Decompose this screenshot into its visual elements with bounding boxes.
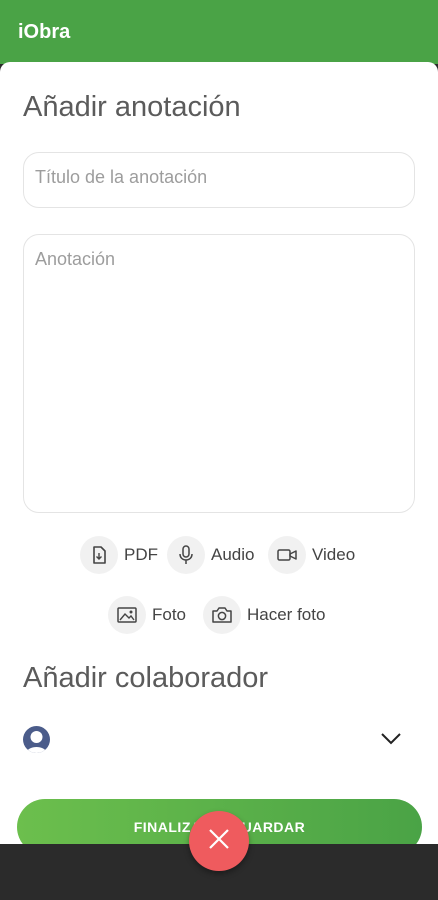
take-photo-label: Hacer foto bbox=[247, 605, 326, 624]
annotation-body-placeholder: Anotación bbox=[35, 249, 116, 269]
annotation-body-textarea[interactable]: Anotación bbox=[23, 234, 415, 513]
attach-pdf-button[interactable]: PDF bbox=[80, 536, 158, 574]
collaborator-section-title: Añadir colaborador bbox=[23, 662, 269, 694]
image-icon bbox=[108, 596, 146, 634]
close-fab-button[interactable] bbox=[189, 811, 249, 871]
annotation-title-input[interactable]: Título de la anotación bbox=[23, 152, 415, 208]
user-avatar-icon bbox=[23, 726, 50, 753]
close-icon bbox=[208, 828, 230, 855]
add-annotation-sheet: Añadir anotación Título de la anotación … bbox=[0, 62, 438, 844]
attach-pdf-label: PDF bbox=[124, 545, 158, 564]
video-camera-icon bbox=[268, 536, 306, 574]
camera-icon bbox=[203, 596, 241, 634]
annotation-section-title: Añadir anotación bbox=[23, 91, 241, 123]
attach-video-label: Video bbox=[312, 545, 356, 564]
microphone-icon bbox=[167, 536, 205, 574]
attach-audio-button[interactable]: Audio bbox=[167, 536, 254, 574]
app-bar: iObra bbox=[0, 0, 438, 64]
attach-audio-label: Audio bbox=[211, 545, 255, 564]
annotation-title-placeholder: Título de la anotación bbox=[35, 167, 208, 187]
app-title: iObra bbox=[18, 21, 71, 43]
take-photo-button[interactable]: Hacer foto bbox=[203, 596, 325, 634]
attach-video-button[interactable]: Video bbox=[268, 536, 355, 574]
attach-photo-label: Foto bbox=[152, 605, 187, 624]
chevron-down-icon[interactable] bbox=[379, 730, 403, 748]
attach-photo-button[interactable]: Foto bbox=[108, 596, 186, 634]
pdf-file-icon bbox=[80, 536, 118, 574]
